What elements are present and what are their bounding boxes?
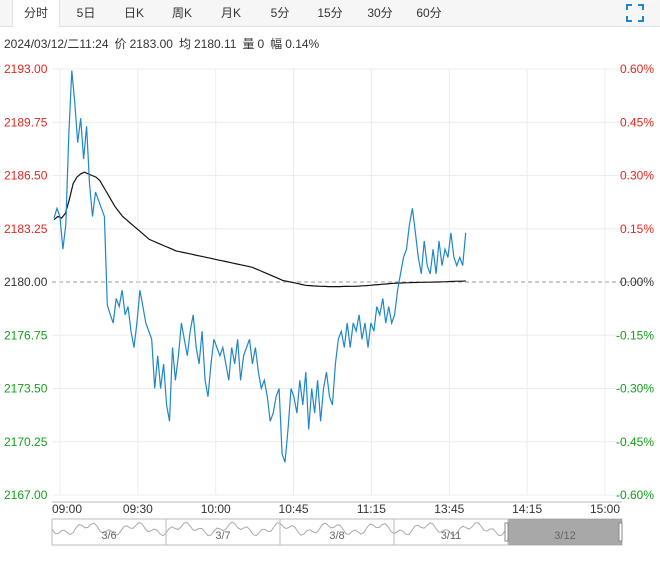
avg-price-line — [53, 171, 466, 288]
navigator-date-label: 3/6 — [101, 530, 116, 542]
y-tick-label-left: 2173.50 — [4, 382, 48, 396]
navigator-date-label: 3/7 — [215, 530, 230, 542]
avg-value: 2180.11 — [193, 37, 237, 51]
tab-monthly-k[interactable]: 月K — [211, 0, 251, 26]
volume-label: 量 — [242, 37, 255, 51]
y-tick-label-right: 0.45% — [620, 115, 654, 129]
price-label: 价 — [114, 37, 127, 51]
y-tick-label-left: 2170.25 — [4, 435, 48, 449]
fullscreen-icon[interactable] — [626, 4, 644, 22]
quote-info-line: 2024/03/12/二11:24 价 2183.00 均 2180.11 量 0 幅 0.14… — [4, 35, 325, 52]
y-tick-label-left: 2167.00 — [4, 488, 48, 502]
y-tick-label-right: -0.45% — [616, 435, 654, 449]
y-tick-label-left: 2176.75 — [4, 328, 48, 342]
tab-60min[interactable]: 60分 — [407, 0, 451, 26]
y-tick-label-left: 2193.00 — [4, 62, 48, 76]
y-tick-label-right: 0.15% — [620, 222, 654, 236]
y-tick-label-left: 2189.75 — [4, 115, 48, 129]
y-tick-label-right: -0.60% — [616, 488, 654, 502]
x-tick-label: 15:00 — [590, 502, 620, 516]
avg-label: 均 — [178, 37, 191, 51]
navigator-date-label: 3/12 — [554, 530, 575, 542]
quote-datetime: 2024/03/12/二11:24 — [4, 37, 109, 51]
x-tick-label: 09:00 — [52, 502, 82, 516]
navigator-handle-left[interactable] — [504, 522, 509, 542]
y-tick-label-right: 0.30% — [620, 169, 654, 183]
price-line — [53, 70, 467, 463]
x-tick-label: 10:45 — [279, 502, 309, 516]
navigator-date-label: 3/11 — [441, 530, 462, 542]
period-tab-bar: 分时 5日 日K 周K 月K 5分 15分 30分 60分 — [0, 0, 660, 27]
volume-value: 0 — [257, 37, 265, 51]
tab-5min[interactable]: 5分 — [260, 0, 300, 26]
price-value: 2183.00 — [129, 37, 173, 51]
y-tick-label-left: 2180.00 — [4, 275, 48, 289]
x-tick-label: 10:00 — [201, 502, 231, 516]
x-tick-label: 09:30 — [123, 502, 153, 516]
y-tick-label-left: 2186.50 — [4, 169, 48, 183]
intraday-chart[interactable]: 2193.00 0.60% 2189.75 0.45% 2186.50 0.30% 2183… — [0, 55, 660, 555]
amplitude-label: 幅 — [270, 37, 283, 51]
navigator-handle-right[interactable] — [618, 522, 623, 542]
y-tick-label-right: -0.30% — [616, 382, 654, 396]
tab-15min[interactable]: 15分 — [308, 0, 352, 26]
tab-daily-k[interactable]: 日K — [114, 0, 154, 26]
x-tick-label: 13:45 — [434, 502, 464, 516]
x-tick-label: 14:15 — [512, 502, 542, 516]
y-tick-label-right: 0.60% — [620, 62, 654, 76]
navigator-date-label: 3/8 — [329, 530, 344, 542]
tab-30min[interactable]: 30分 — [358, 0, 402, 26]
y-tick-label-left: 2183.25 — [4, 222, 48, 236]
x-tick-label: 11:15 — [357, 502, 386, 516]
tab-5day[interactable]: 5日 — [66, 0, 106, 26]
y-tick-label-right: -0.15% — [616, 328, 654, 342]
tab-intraday[interactable]: 分时 — [12, 0, 60, 27]
y-tick-label-right: 0.00% — [620, 275, 654, 289]
amplitude-value: 0.14% — [285, 37, 320, 51]
tab-weekly-k[interactable]: 周K — [162, 0, 202, 26]
